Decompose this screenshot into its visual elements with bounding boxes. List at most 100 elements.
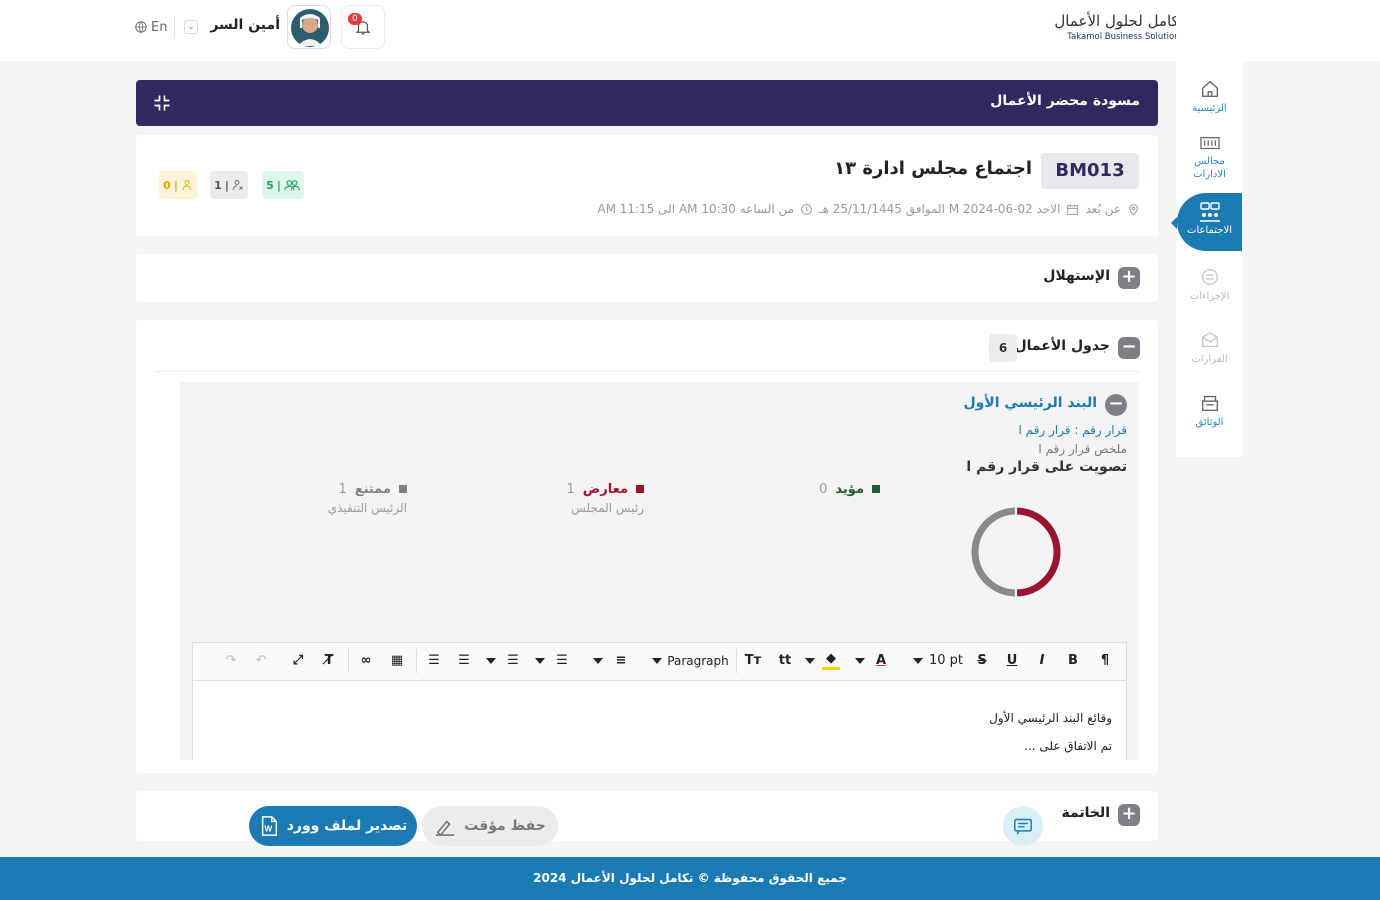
font-color-dropdown-icon[interactable]: [855, 658, 865, 664]
word-file-icon: W: [261, 816, 277, 836]
vote-legend-oppose: معارض 1: [550, 480, 644, 498]
vote-person: الرئيس التنفيذي: [327, 501, 407, 515]
expand-closing-button[interactable]: +: [1118, 804, 1140, 826]
legend-label: مؤيد: [835, 481, 864, 497]
comments-button[interactable]: [1003, 806, 1043, 846]
sidebar-item-decisions[interactable]: القرارات: [1176, 329, 1243, 366]
sidebar-item-boards[interactable]: مجالس الادارات: [1176, 135, 1243, 181]
list-ordered-icon[interactable]: ☰: [553, 650, 571, 672]
user-menu-chevron[interactable]: ⌄: [184, 20, 198, 34]
sidebar-item-label: الاجتماعات: [1187, 225, 1232, 236]
legend-label: ممتنع: [354, 481, 391, 497]
vote-legend-approve: مؤيد 0: [800, 480, 880, 498]
align-dropdown-icon[interactable]: [593, 658, 603, 664]
underline-button[interactable]: U: [1003, 650, 1021, 672]
expand-opening-button[interactable]: +: [1118, 267, 1140, 289]
indent-icon[interactable]: ☰: [455, 650, 473, 672]
sidebar-item-label: القرارات: [1191, 354, 1228, 365]
decision-summary: ملخص قرار رقم ا: [1038, 442, 1127, 456]
align-right-icon[interactable]: ≡: [612, 650, 630, 672]
font-size-dropdown-icon[interactable]: [913, 658, 923, 664]
meeting-meta: عن بُعد الاحد 02-06-2024 M الموافق 25/11…: [560, 200, 1140, 218]
meeting-code: BM013: [1041, 153, 1139, 189]
italic-button[interactable]: I: [1033, 650, 1051, 672]
sidebar-item-documents[interactable]: الوثائق: [1176, 392, 1243, 429]
agenda-count: 6: [989, 334, 1017, 362]
attendees-count: 5: [266, 178, 274, 192]
clear-format-icon[interactable]: T̸: [320, 650, 338, 672]
link-icon[interactable]: ∞: [357, 650, 375, 672]
outdent-icon[interactable]: ☰: [425, 650, 443, 672]
calendar-icon: [1067, 204, 1079, 215]
pending-badge[interactable]: 0 |: [159, 171, 197, 199]
sidebar-item-label: الإجراءات: [1189, 291, 1230, 302]
paragraph-select[interactable]: Paragraph: [666, 650, 730, 672]
legend-count: 0: [819, 481, 828, 497]
absent-count: 1: [214, 178, 222, 192]
case-lower-button[interactable]: tt: [776, 650, 794, 672]
highlight-dropdown-icon[interactable]: [805, 658, 815, 664]
sidebar-item-label: الوثائق: [1195, 417, 1224, 428]
redo-icon[interactable]: ↷: [222, 650, 240, 672]
meeting-date: الاحد 02-06-2024 M الموافق 25/11/1445 هـ: [819, 202, 1061, 216]
boardroom-icon: [1199, 137, 1220, 150]
language-switch[interactable]: En: [134, 18, 174, 36]
user-x-icon: [232, 180, 243, 191]
undo-icon[interactable]: ↶: [252, 650, 270, 672]
strikethrough-button[interactable]: S: [973, 650, 991, 672]
fullscreen-icon[interactable]: ⤢: [289, 650, 307, 672]
sidebar-item-home[interactable]: الرئيسية: [1176, 78, 1243, 115]
case-upper-button[interactable]: Tт: [744, 650, 762, 672]
list-ordered-dropdown-icon[interactable]: [535, 658, 545, 664]
font-color-button[interactable]: A: [872, 650, 890, 672]
page-title: مسودة محضر الأعمال: [990, 93, 1140, 109]
attendees-badge[interactable]: 5 |: [262, 171, 304, 199]
user-name[interactable]: أمين السر: [210, 17, 280, 33]
editor-content[interactable]: وقائع البند الرئيسي الأول تم الاتفاق على…: [200, 682, 1112, 760]
avatar[interactable]: [287, 5, 331, 49]
legend-swatch: [399, 485, 407, 493]
save-draft-label: حفظ مؤقت: [464, 818, 546, 834]
vote-title: تصويت على قرار رقم ا: [966, 459, 1127, 475]
paragraph-dropdown-icon[interactable]: [652, 658, 662, 664]
meeting-time: من الساعه AM 10:30 الى AM 11:15: [597, 202, 795, 216]
toolbar-separator: [736, 649, 737, 673]
opening-title: الإستهلال: [1043, 268, 1110, 284]
comment-icon: [1014, 818, 1032, 835]
font-size-select[interactable]: 10 pt: [926, 650, 966, 672]
signature-icon: [436, 820, 455, 836]
globe-icon: [135, 21, 147, 33]
decision-text: قرار رقم : قرار رقم ا: [1018, 423, 1127, 437]
actions-icon: [1201, 268, 1218, 286]
group-icon: [283, 180, 300, 191]
svg-text:W: W: [264, 824, 272, 833]
avatar-image-icon: [291, 9, 329, 47]
list-bulleted-icon[interactable]: ☰: [504, 650, 522, 672]
save-draft-button[interactable]: حفظ مؤقت: [422, 806, 558, 846]
badge-divider: |: [276, 178, 281, 192]
notifications-button[interactable]: 0: [341, 5, 385, 49]
pending-count: 0: [163, 178, 171, 192]
collapse-item-button[interactable]: −: [1105, 394, 1127, 416]
collapse-agenda-button[interactable]: −: [1118, 337, 1140, 359]
export-word-button[interactable]: W تصدير لملف وورد: [249, 806, 417, 846]
agenda-item-title: البند الرئيسي الأول: [963, 395, 1097, 411]
highlight-button[interactable]: ◆: [822, 650, 840, 670]
donut-slice-2: [971, 507, 1016, 597]
absent-badge[interactable]: 1 |: [210, 171, 248, 199]
bold-button[interactable]: B: [1064, 650, 1082, 672]
user-icon: [182, 180, 192, 191]
paragraph-mark-icon[interactable]: ¶: [1096, 650, 1114, 672]
list-bulleted-dropdown-icon[interactable]: [486, 658, 496, 664]
toolbar-separator: [348, 649, 349, 673]
sidebar-item-meetings[interactable]: الاجتماعات: [1171, 193, 1242, 251]
collapse-icon[interactable]: [152, 93, 172, 113]
vote-legend-abstain: ممتنع 1: [330, 480, 407, 498]
meeting-title: اجتماع مجلس ادارة ١٣: [834, 158, 1032, 179]
table-icon[interactable]: ▦: [388, 650, 406, 672]
sidebar-item-actions[interactable]: الإجراءات: [1176, 266, 1243, 303]
legend-swatch: [636, 485, 644, 493]
legend-count: 1: [338, 481, 347, 497]
closing-title: الخاتمة: [1061, 805, 1110, 821]
donut-slice-1: [1016, 507, 1061, 597]
